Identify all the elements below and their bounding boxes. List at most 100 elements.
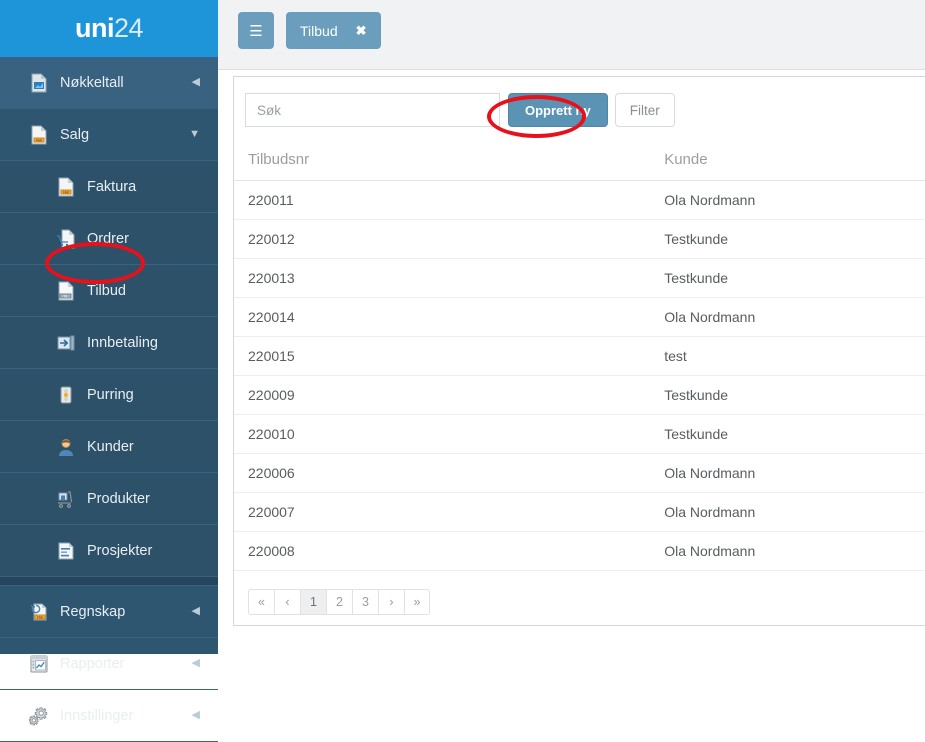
tab-label: Tilbud <box>300 22 338 39</box>
sidebar-item-innstillinger[interactable]: Innstillinger ◀ <box>0 690 218 742</box>
offer-document-icon: TIL <box>55 280 77 302</box>
cell-kunde: test <box>341 336 925 376</box>
sidebar-item-salg[interactable]: FAK Salg ▼ <box>0 109 218 161</box>
tab-tilbud[interactable]: Tilbud ✖ <box>286 12 381 49</box>
list-toolbar: Opprett ny Filter <box>234 77 925 127</box>
sidebar-item-label: Innbetaling <box>87 334 158 351</box>
sidebar-item-n-kkeltall[interactable]: Nøkkeltall ◀ <box>0 57 218 109</box>
topbar: ☰ Tilbud ✖ <box>218 0 925 70</box>
filter-button[interactable]: Filter <box>614 93 675 127</box>
chevron-down-icon[interactable]: ▼ <box>189 129 200 140</box>
sidebar-item-regnskap[interactable]: FAK Regnskap ◀ <box>0 586 218 638</box>
table-header-row: Tilbudsnr Kunde <box>234 145 925 181</box>
logo-text: uni24 <box>74 13 144 43</box>
customer-icon <box>55 436 77 458</box>
close-icon[interactable]: ✖ <box>356 23 367 39</box>
sidebar-item-prosjekter[interactable]: Prosjekter <box>0 525 218 577</box>
sidebar-item-rapporter[interactable]: Rapporter ◀ <box>0 638 218 690</box>
sidebar-item-innbetaling[interactable]: Innbetaling <box>0 317 218 369</box>
sidebar-item-label: Rapporter <box>60 655 125 672</box>
cell-tilbudsnr: 220012 <box>234 219 342 259</box>
cell-kunde: Testkunde <box>341 375 925 415</box>
cell-tilbudsnr: 220010 <box>234 414 342 454</box>
pagination: «‹ 1 2 3 ›» <box>248 589 925 615</box>
sidebar-item-purring[interactable]: Purring <box>0 369 218 421</box>
table-row[interactable]: 220013 Testkunde <box>234 258 925 298</box>
cell-kunde: Ola Nordmann <box>341 180 925 220</box>
sidebar-item-label: Produkter <box>87 490 150 507</box>
svg-text:FAK: FAK <box>63 190 70 194</box>
content-panel: Opprett ny Filter Tilbudsnr Kunde 220011… <box>233 76 925 626</box>
chart-document-icon <box>28 72 50 94</box>
cell-kunde: Ola Nordmann <box>341 453 925 493</box>
brand-logo[interactable]: uni24 <box>0 0 218 57</box>
table-row[interactable]: 220008 Ola Nordmann <box>234 531 925 571</box>
logo-light: 24 <box>113 13 144 43</box>
cell-tilbudsnr: 220009 <box>234 375 342 415</box>
cell-kunde: Testkunde <box>341 414 925 454</box>
column-header-tilbudsnr[interactable]: Tilbudsnr <box>234 145 342 181</box>
table-row[interactable]: 220009 Testkunde <box>234 375 925 415</box>
hamburger-icon[interactable]: ☰ <box>238 12 274 49</box>
svg-text:FAK: FAK <box>36 138 43 142</box>
cell-kunde: Testkunde <box>341 219 925 259</box>
cart-document-icon <box>55 228 77 250</box>
products-cart-icon <box>55 488 77 510</box>
column-header-kunde[interactable]: Kunde <box>341 145 925 181</box>
sidebar: uni24 Nøkkeltall ◀ FAK Salg ▼ FAK Faktura Ordre… <box>0 0 218 742</box>
cell-tilbudsnr: 220015 <box>234 336 342 376</box>
sidebar-item-ordrer[interactable]: Ordrer <box>0 213 218 265</box>
table-row[interactable]: 220011 Ola Nordmann <box>234 180 925 220</box>
cell-tilbudsnr: 220013 <box>234 258 342 298</box>
sidebar-item-label: Kunder <box>87 438 134 455</box>
sidebar-item-label: Nøkkeltall <box>60 74 124 91</box>
cell-kunde: Ola Nordmann <box>341 297 925 337</box>
cell-tilbudsnr: 220007 <box>234 492 342 532</box>
svg-text:TIL: TIL <box>63 294 68 298</box>
table-row[interactable]: 220006 Ola Nordmann <box>234 453 925 493</box>
cell-kunde: Ola Nordmann <box>341 492 925 532</box>
pagination-button-1[interactable]: 1 <box>300 589 326 615</box>
svg-text:FAK: FAK <box>37 615 44 619</box>
sidebar-item-label: Innstillinger <box>60 707 134 724</box>
pagination-button-[interactable]: › <box>378 589 404 615</box>
table-row[interactable]: 220015 test <box>234 336 925 376</box>
sidebar-item-label: Salg <box>60 126 90 143</box>
search-input[interactable] <box>245 93 500 127</box>
payment-in-icon <box>55 332 77 354</box>
sidebar-item-kunder[interactable]: Kunder <box>0 421 218 473</box>
pagination-button-2[interactable]: 2 <box>326 589 352 615</box>
cell-tilbudsnr: 220008 <box>234 531 342 571</box>
pagination-button-[interactable]: ‹ <box>274 589 300 615</box>
table-row[interactable]: 220007 Ola Nordmann <box>234 492 925 532</box>
cell-tilbudsnr: 220014 <box>234 297 342 337</box>
create-new-button[interactable]: Opprett ny <box>508 93 608 127</box>
invoice-document-icon: FAK <box>55 176 77 198</box>
table-row[interactable]: 220010 Testkunde <box>234 414 925 454</box>
pagination-button-3[interactable]: 3 <box>352 589 378 615</box>
chevron-left-icon[interactable]: ◀ <box>192 658 200 669</box>
pagination-button-[interactable]: « <box>248 589 274 615</box>
chevron-left-icon[interactable]: ◀ <box>192 606 200 617</box>
accounting-icon: FAK <box>28 601 50 623</box>
reports-icon <box>28 653 50 675</box>
table-row[interactable]: 220012 Testkunde <box>234 219 925 259</box>
sidebar-item-label: Prosjekter <box>87 542 153 559</box>
cell-kunde: Testkunde <box>341 258 925 298</box>
projects-chart-icon <box>55 540 77 562</box>
logo-bold: uni <box>74 13 115 43</box>
table-row[interactable]: 220014 Ola Nordmann <box>234 297 925 337</box>
cell-kunde: Ola Nordmann <box>341 531 925 571</box>
invoice-document-icon: FAK <box>28 124 50 146</box>
sidebar-item-label: Regnskap <box>60 603 126 620</box>
pagination-button-[interactable]: » <box>404 589 430 615</box>
chevron-left-icon[interactable]: ◀ <box>192 710 200 721</box>
sidebar-item-tilbud[interactable]: TIL Tilbud <box>0 265 218 317</box>
sidebar-item-produkter[interactable]: Produkter <box>0 473 218 525</box>
sidebar-item-label: Tilbud <box>87 282 126 299</box>
sidebar-nav: Nøkkeltall ◀ FAK Salg ▼ FAK Faktura Ordrer TIL Ti… <box>0 57 218 742</box>
sidebar-item-faktura[interactable]: FAK Faktura <box>0 161 218 213</box>
table-head: Tilbudsnr Kunde <box>234 145 925 181</box>
gears-icon <box>28 705 50 727</box>
chevron-left-icon[interactable]: ◀ <box>192 77 200 88</box>
